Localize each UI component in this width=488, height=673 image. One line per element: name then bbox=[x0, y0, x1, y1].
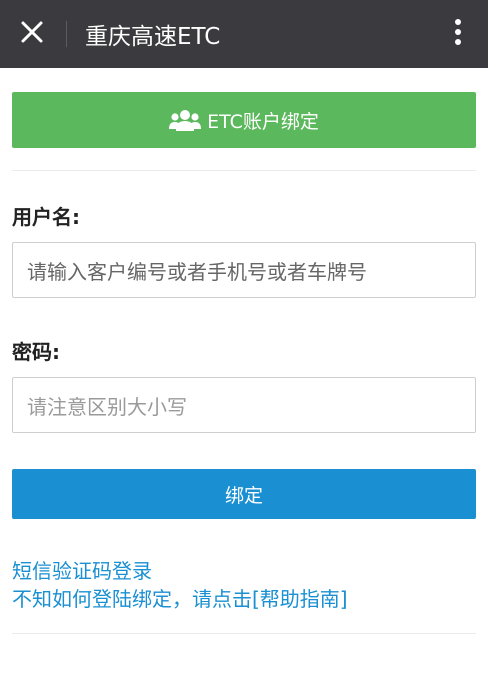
etc-account-bind-label: ETC账户绑定 bbox=[207, 110, 319, 133]
close-button[interactable] bbox=[0, 0, 64, 68]
divider bbox=[12, 170, 476, 171]
page-title: 重庆高速ETC bbox=[85, 24, 221, 50]
username-label: 用户名: bbox=[12, 205, 80, 229]
bind-submit-button[interactable]: 绑定 bbox=[12, 469, 476, 519]
etc-account-bind-button[interactable]: ETC账户绑定 bbox=[12, 92, 476, 148]
username-input[interactable]: 请输入客户编号或者手机号或者车牌号 bbox=[12, 242, 476, 298]
password-placeholder: 请注意区别大小写 bbox=[27, 394, 187, 419]
sms-login-link[interactable]: 短信验证码登录 bbox=[12, 557, 476, 585]
help-guide-link[interactable]: 不知如何登陆绑定，请点击[帮助指南] bbox=[12, 585, 476, 613]
users-icon bbox=[169, 108, 202, 132]
password-label: 密码: bbox=[12, 340, 60, 364]
more-vertical-icon bbox=[454, 18, 462, 50]
divider-bottom bbox=[12, 633, 476, 634]
title-divider bbox=[66, 21, 67, 47]
password-input[interactable]: 请注意区别大小写 bbox=[12, 377, 476, 433]
main-content: ETC账户绑定 用户名: 请输入客户编号或者手机号或者车牌号 密码: 请注意区别… bbox=[0, 92, 488, 634]
username-placeholder: 请输入客户编号或者手机号或者车牌号 bbox=[27, 259, 367, 284]
close-icon bbox=[20, 20, 44, 48]
more-button[interactable] bbox=[438, 14, 478, 54]
title-bar: 重庆高速ETC bbox=[0, 0, 488, 68]
